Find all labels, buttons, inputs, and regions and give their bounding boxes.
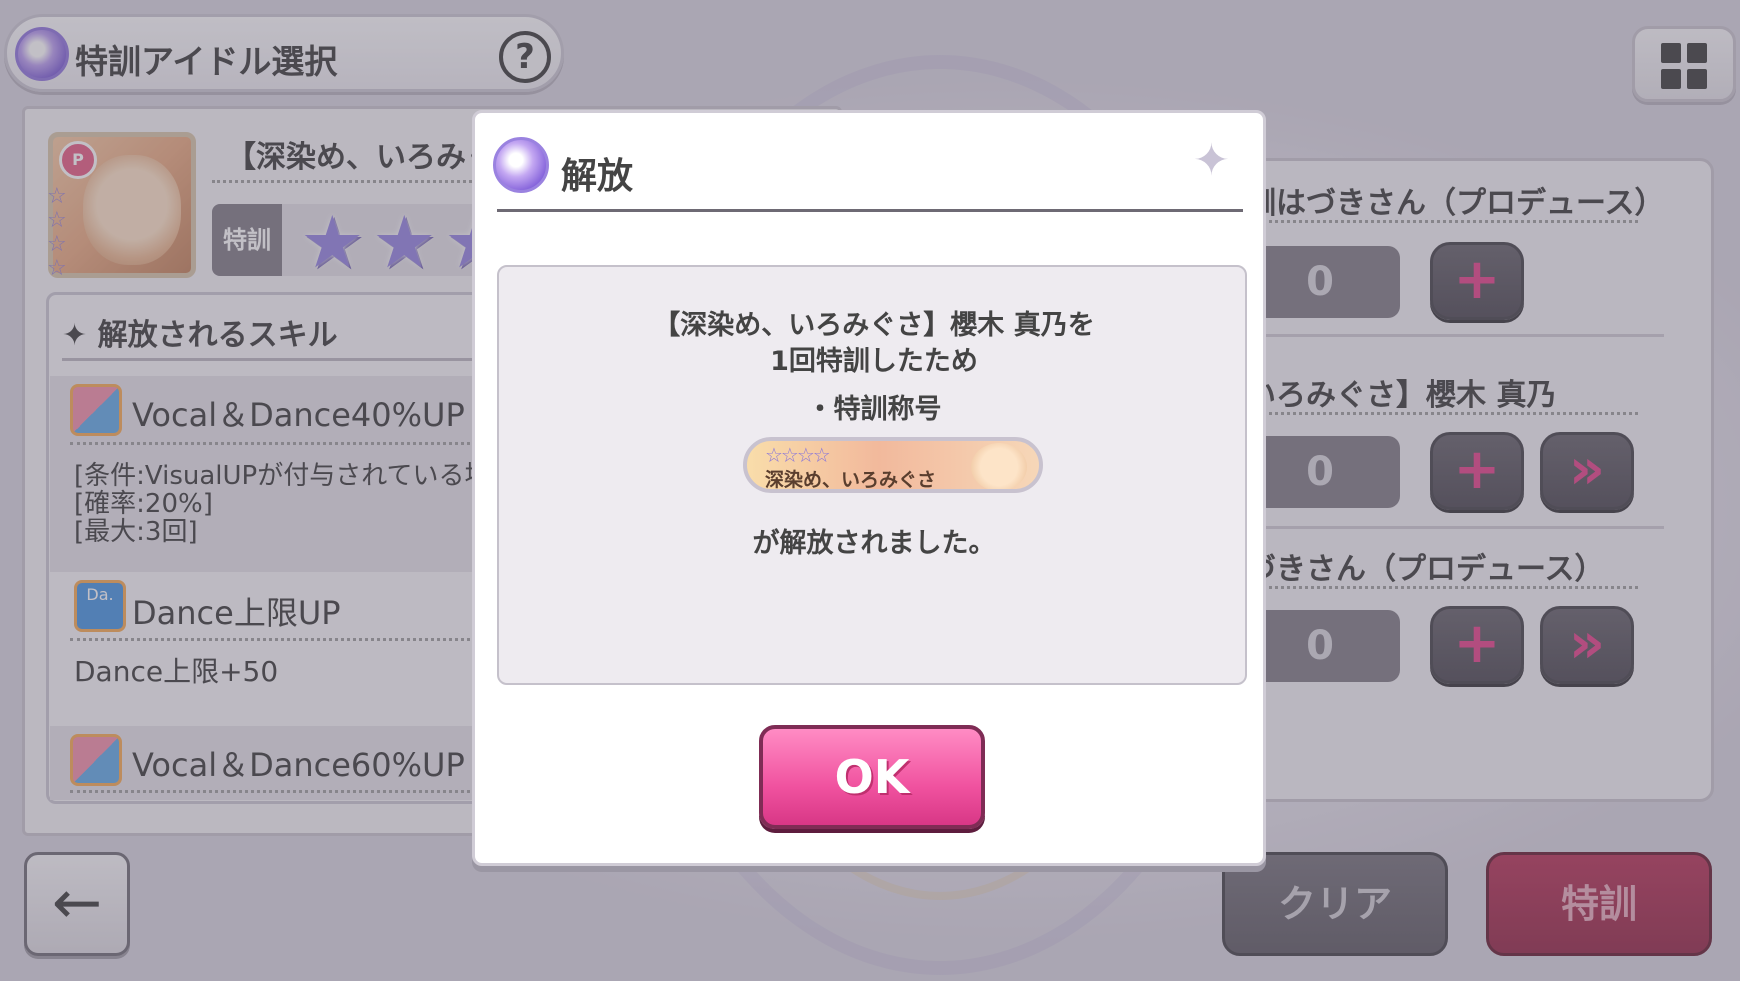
dialog-divider xyxy=(497,209,1243,212)
released-message: が解放されました。 xyxy=(752,528,996,559)
dialog-message-box: 【深染め、いろみぐさ】櫻木 真乃を 1回特訓したため ・特訓称号 ☆☆☆☆ 深染… xyxy=(497,265,1247,685)
training-title-plate: ☆☆☆☆ 深染め、いろみぐさ xyxy=(743,437,1043,493)
release-icon xyxy=(493,137,549,193)
plate-title: 深染め、いろみぐさ xyxy=(765,469,937,491)
message-line: 1回特訓したため xyxy=(770,346,978,377)
release-dialog: 解放 ✦ 【深染め、いろみぐさ】櫻木 真乃を 1回特訓したため ・特訓称号 ☆☆… xyxy=(472,110,1266,866)
message-line: 【深染め、いろみぐさ】櫻木 真乃を xyxy=(653,310,1095,341)
message-bullet: ・特訓称号 xyxy=(806,394,942,425)
sparkle-icon: ✦ xyxy=(1193,135,1230,186)
dialog-title: 解放 xyxy=(561,156,634,197)
ok-button[interactable]: OK xyxy=(759,725,985,829)
plate-portrait xyxy=(971,443,1027,489)
plate-stars: ☆☆☆☆ xyxy=(765,443,831,467)
